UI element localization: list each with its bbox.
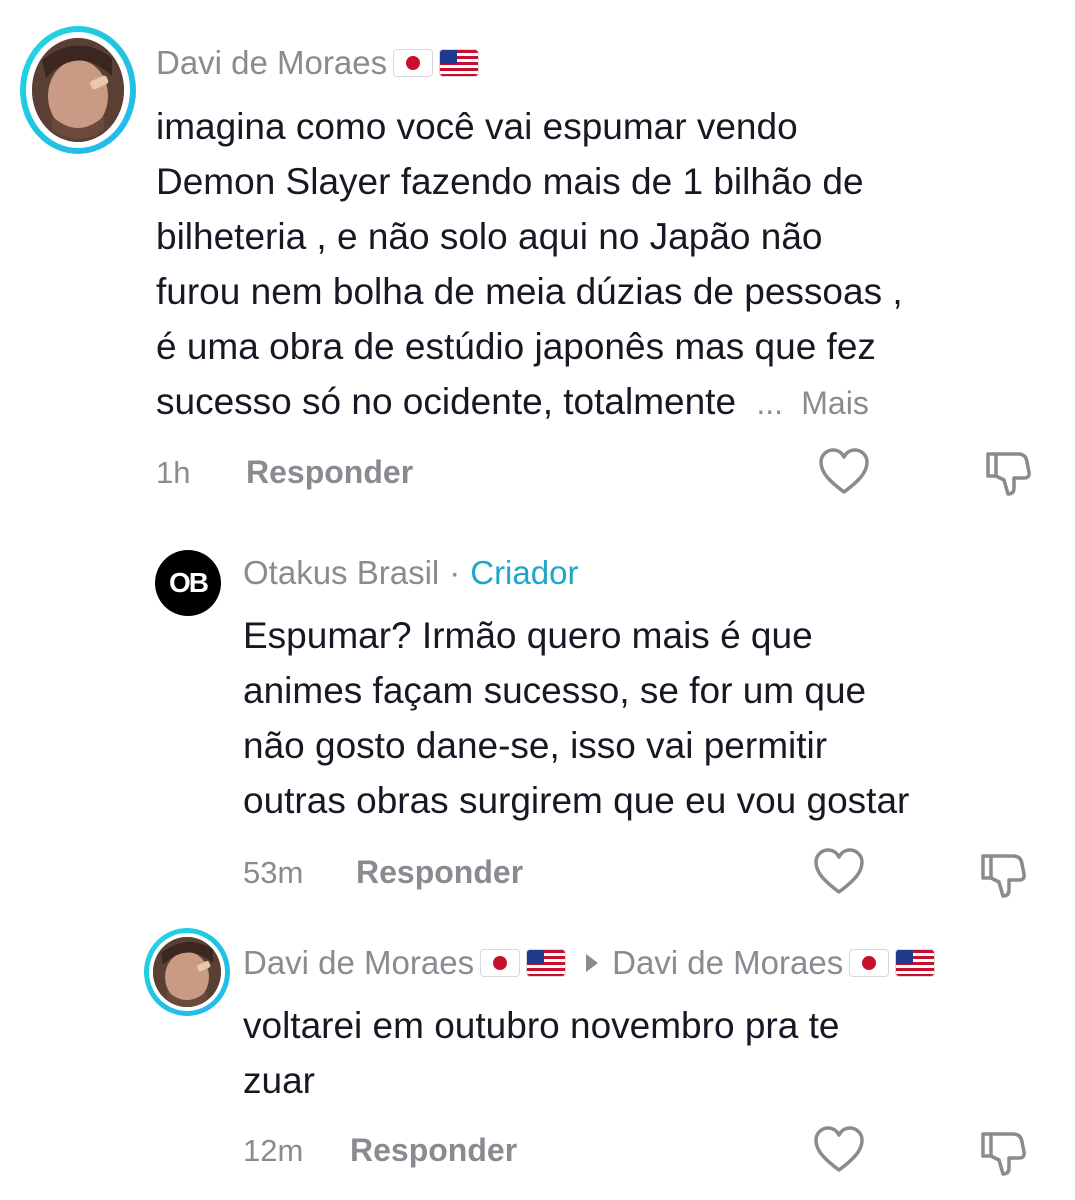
comment-text: imagina como você vai espumar vendo Demo… [156, 106, 903, 422]
more-button[interactable]: Mais [801, 385, 869, 421]
thumbs-down-icon[interactable] [977, 1126, 1029, 1178]
reply-button[interactable]: Responder [356, 854, 523, 891]
ellipsis: ... [756, 385, 783, 421]
avatar-photo [153, 937, 221, 1007]
heart-icon[interactable] [813, 848, 865, 896]
comment-text: Espumar? Irmão quero mais é que animes f… [243, 615, 910, 821]
author-name[interactable]: Davi de Moraes [243, 944, 474, 982]
thumbs-down-icon[interactable] [982, 446, 1034, 498]
reply-to-name[interactable]: Davi de Moraes [612, 944, 843, 982]
comment-author-line: Davi de Moraes Davi de Moraes [243, 944, 936, 982]
comment-author-line: Davi de Moraes [156, 44, 480, 82]
avatar-photo [32, 38, 124, 142]
comment-1: Davi de Moraes imagina como você vai esp… [0, 0, 1075, 520]
author-name[interactable]: Otakus Brasil [243, 554, 439, 592]
us-flag-icon [439, 49, 480, 77]
creator-badge: Criador [470, 554, 579, 591]
comment-time: 12m [243, 1133, 304, 1168]
us-flag-icon [895, 949, 936, 977]
comment-time: 1h [156, 455, 191, 490]
comment-time: 53m [243, 855, 304, 890]
avatar[interactable]: OB [155, 550, 221, 616]
author-name[interactable]: Davi de Moraes [156, 44, 387, 82]
separator: · [449, 554, 461, 591]
jp-flag-icon [849, 949, 890, 977]
us-flag-icon [526, 949, 567, 977]
reply-button[interactable]: Responder [350, 1132, 517, 1169]
jp-flag-icon [480, 949, 521, 977]
heart-icon[interactable] [813, 1126, 865, 1174]
heart-icon[interactable] [818, 448, 870, 496]
avatar[interactable] [20, 26, 136, 154]
jp-flag-icon [393, 49, 434, 77]
reply-button[interactable]: Responder [246, 454, 413, 491]
comment-2: OB Otakus Brasil · Criador Espumar? Irmã… [0, 520, 1075, 920]
comment-text: voltarei em outubro novembro pra te zuar [243, 1005, 840, 1101]
comment-author-line: Otakus Brasil · Criador [243, 554, 578, 592]
reply-arrow-icon [586, 954, 599, 972]
avatar[interactable] [144, 928, 230, 1016]
thumbs-down-icon[interactable] [977, 848, 1029, 900]
comment-3: Davi de Moraes Davi de Moraes voltarei e… [0, 920, 1075, 1200]
